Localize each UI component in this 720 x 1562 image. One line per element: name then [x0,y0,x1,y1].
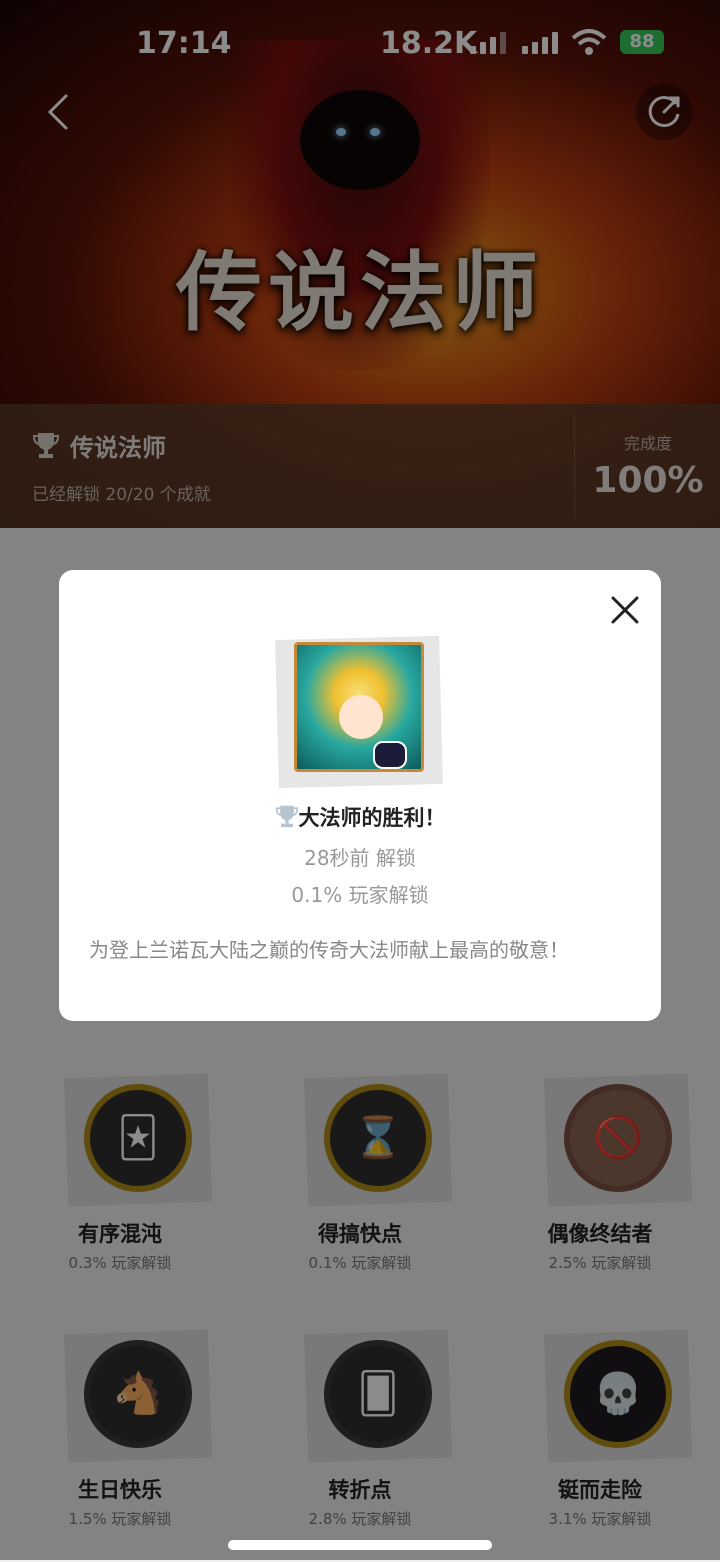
achievement-detail-modal: 大法师的胜利！ 28秒前 解锁 0.1% 玩家解锁 为登上兰诺瓦大陆之巅的传奇大… [59,570,661,1021]
character-face [339,695,383,739]
unlock-time: 28秒前 解锁 [304,846,416,870]
pet-icon [373,741,407,769]
achievement-description: 为登上兰诺瓦大陆之巅的传奇大法师献上最高的敬意！ [89,938,569,962]
trophy-icon [275,805,298,828]
achievement-art [294,642,424,772]
unlock-rate: 0.1% 玩家解锁 [291,883,429,907]
home-indicator[interactable] [228,1540,492,1550]
achievement-title: 大法师的胜利！ [59,802,661,832]
close-icon[interactable] [607,592,643,628]
achievement-title-text: 大法师的胜利！ [298,806,446,830]
